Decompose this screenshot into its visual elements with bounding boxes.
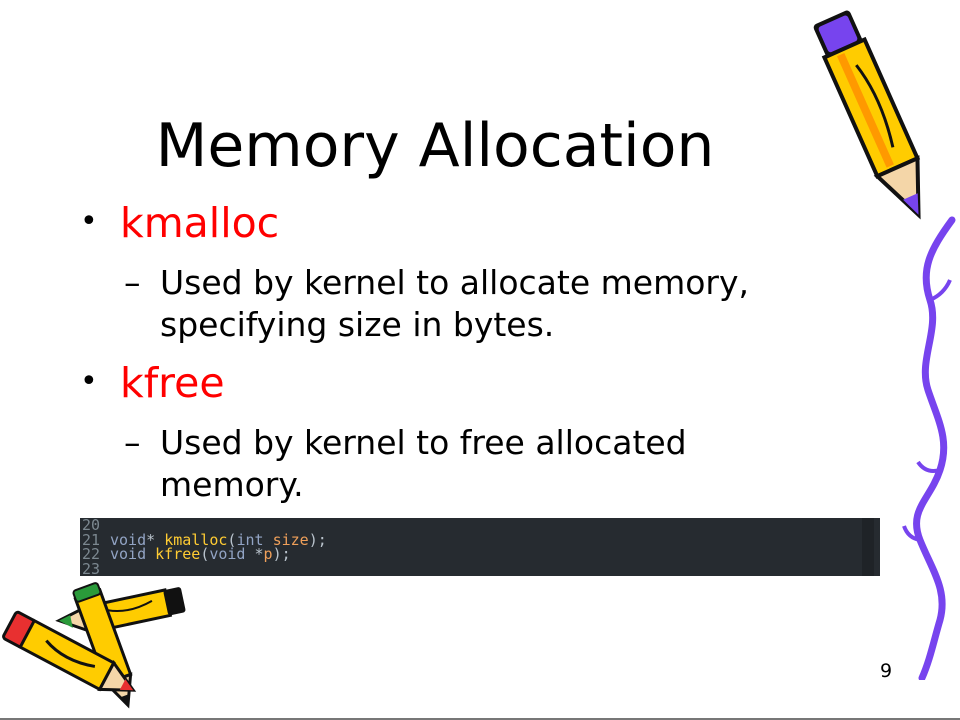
sub-bullet-kmalloc: – Used by kernel to allocate memory, spe… <box>124 262 804 346</box>
code-token: void <box>209 545 246 563</box>
crossed-pencils-clipart-icon <box>2 582 186 709</box>
pencil-clipart-icon <box>813 10 921 220</box>
code-token: kfree <box>155 545 201 563</box>
code-lines: 20 21 void* kmalloc(int size); 22 void kfree… <box>80 518 880 576</box>
sub-bullet-marker: – <box>124 423 141 462</box>
code-snippet: 20 21 void* kmalloc(int size); 22 void kfree… <box>80 518 880 576</box>
code-line-number: 23 <box>82 559 101 576</box>
code-line: 22 void kfree(void *p); <box>80 547 880 562</box>
code-token: void <box>110 545 147 563</box>
sub-bullet-kfree: – Used by kernel to free allocated memor… <box>124 422 804 506</box>
bullet-marker: • <box>80 204 98 239</box>
sub-bullet-text: Used by kernel to allocate memory, speci… <box>160 263 749 344</box>
code-line: 23 <box>80 559 880 577</box>
sub-bullet-text: Used by kernel to free allocated memory. <box>160 423 687 504</box>
vine-decoration-icon <box>902 216 956 680</box>
sub-bullet-marker: – <box>124 263 141 302</box>
page-title: Memory Allocation <box>155 111 715 181</box>
code-token: ( <box>200 545 210 563</box>
bullet-label: kmalloc <box>120 199 280 247</box>
code-token: ); <box>272 545 291 563</box>
bullet-kmalloc: • kmalloc <box>80 198 279 247</box>
slide: Memory Allocation • kmalloc – Used by ker… <box>0 0 960 720</box>
bullet-marker: • <box>80 364 98 399</box>
code-token: ); <box>308 530 327 549</box>
page-number: 9 <box>880 660 893 682</box>
bullet-kfree: • kfree <box>80 358 225 407</box>
code-token: p <box>263 545 273 563</box>
bullet-label: kfree <box>120 359 225 407</box>
code-token: * <box>245 545 264 563</box>
